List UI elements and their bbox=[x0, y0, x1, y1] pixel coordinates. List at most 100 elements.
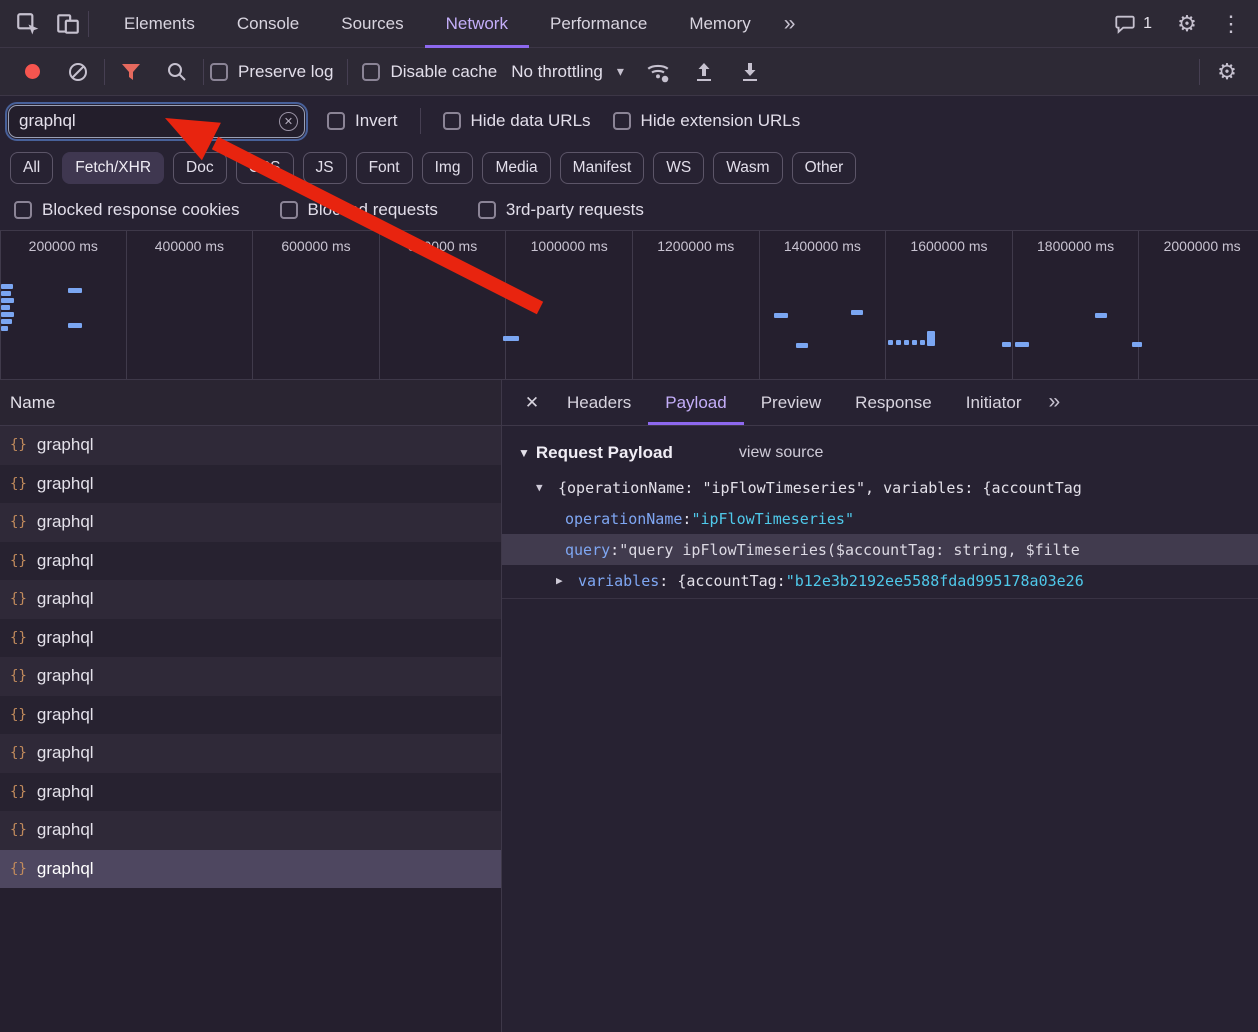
hide-data-urls-label: Hide data URLs bbox=[471, 111, 591, 131]
filter-chip-manifest[interactable]: Manifest bbox=[560, 152, 645, 184]
clear-filter-icon[interactable]: ✕ bbox=[279, 112, 298, 131]
code-segment: operationName bbox=[565, 510, 682, 528]
throttling-select[interactable]: No throttling ▾ bbox=[503, 62, 632, 82]
filter-row: ✕ Invert Hide data URLs Hide extension U… bbox=[0, 96, 1258, 146]
filter-chip-img[interactable]: Img bbox=[422, 152, 474, 184]
payload-tree: ▼{operationName: "ipFlowTimeseries", var… bbox=[502, 472, 1258, 599]
payload-line[interactable]: ▼{operationName: "ipFlowTimeseries", var… bbox=[502, 472, 1258, 503]
record-network-log-icon[interactable] bbox=[12, 52, 52, 92]
code-segment: : bbox=[610, 541, 619, 559]
checkbox-blocked-response-cookies[interactable]: Blocked response cookies bbox=[14, 200, 240, 220]
detail-tab-headers[interactable]: Headers bbox=[550, 380, 648, 425]
table-row[interactable]: {}graphql bbox=[0, 465, 501, 504]
tree-toggle-icon[interactable]: ▶ bbox=[556, 574, 578, 587]
view-source-link[interactable]: view source bbox=[739, 444, 823, 462]
export-har-icon[interactable] bbox=[730, 52, 770, 92]
section-collapse-icon[interactable]: ▼ bbox=[518, 446, 530, 460]
payload-line[interactable]: operationName: "ipFlowTimeseries" bbox=[502, 503, 1258, 534]
import-har-icon[interactable] bbox=[684, 52, 724, 92]
timeline-overview[interactable]: 200000 ms400000 ms600000 ms800000 ms1000… bbox=[0, 230, 1258, 380]
name-column-header[interactable]: Name bbox=[0, 380, 501, 426]
more-detail-tabs-icon[interactable]: » bbox=[1038, 380, 1070, 425]
divider bbox=[420, 108, 421, 134]
filter-chip-ws[interactable]: WS bbox=[653, 152, 704, 184]
code-segment: "ipFlowTimeseries" bbox=[691, 510, 854, 528]
network-settings-gear-icon[interactable]: ⚙ bbox=[1208, 59, 1246, 85]
tab-console[interactable]: Console bbox=[216, 0, 320, 48]
table-row[interactable]: {}graphql bbox=[0, 619, 501, 658]
table-row[interactable]: {}graphql bbox=[0, 811, 501, 850]
checkbox-label: Blocked requests bbox=[308, 200, 438, 220]
payload-line[interactable]: query: "query ipFlowTimeseries($accountT… bbox=[502, 534, 1258, 565]
filter-chip-doc[interactable]: Doc bbox=[173, 152, 227, 184]
table-row[interactable]: {}graphql bbox=[0, 542, 501, 581]
inspect-element-icon[interactable] bbox=[8, 4, 48, 44]
waterfall-mark bbox=[904, 340, 909, 345]
filter-chip-js[interactable]: JS bbox=[303, 152, 347, 184]
detail-tab-response[interactable]: Response bbox=[838, 380, 949, 425]
table-row[interactable]: {}graphql bbox=[0, 657, 501, 696]
waterfall-mark bbox=[1132, 342, 1142, 347]
waterfall-mark bbox=[774, 313, 788, 318]
timeline-label: 200000 ms bbox=[29, 238, 98, 254]
device-toolbar-icon[interactable] bbox=[48, 4, 88, 44]
request-name: graphql bbox=[37, 743, 94, 763]
close-icon[interactable]: ✕ bbox=[514, 380, 550, 425]
payload-line[interactable]: ▶variables: {accountTag: "b12e3b2192ee55… bbox=[502, 565, 1258, 596]
tab-network[interactable]: Network bbox=[425, 0, 529, 48]
detail-tab-initiator[interactable]: Initiator bbox=[949, 380, 1039, 425]
filter-chip-media[interactable]: Media bbox=[482, 152, 550, 184]
detail-tab-preview[interactable]: Preview bbox=[744, 380, 838, 425]
checkbox-3rd-party-requests[interactable]: 3rd-party requests bbox=[478, 200, 644, 220]
xhr-braces-icon: {} bbox=[10, 514, 27, 530]
network-conditions-icon[interactable] bbox=[638, 52, 678, 92]
table-row[interactable]: {}graphql bbox=[0, 696, 501, 735]
detail-tab-payload[interactable]: Payload bbox=[648, 380, 743, 425]
timeline-label: 1600000 ms bbox=[910, 238, 987, 254]
checkbox-blocked-requests[interactable]: Blocked requests bbox=[280, 200, 438, 220]
requests-list: {}graphql{}graphql{}graphql{}graphql{}gr… bbox=[0, 426, 501, 888]
tab-elements[interactable]: Elements bbox=[103, 0, 216, 48]
filter-chip-css[interactable]: CSS bbox=[236, 152, 294, 184]
filter-funnel-icon[interactable] bbox=[111, 52, 151, 92]
hide-data-urls-checkbox[interactable]: Hide data URLs bbox=[443, 111, 591, 131]
request-type-filters: All Fetch/XHR Doc CSS JS Font ImgMedia Manifest… bbox=[0, 146, 1258, 190]
table-row[interactable]: {}graphql bbox=[0, 734, 501, 773]
waterfall-mark bbox=[1, 291, 11, 296]
table-row[interactable]: {}graphql bbox=[0, 426, 501, 465]
filter-input[interactable] bbox=[8, 105, 305, 138]
preserve-log-checkbox[interactable]: Preserve log bbox=[210, 62, 333, 82]
search-icon[interactable] bbox=[157, 52, 197, 92]
filter-chip-all[interactable]: All bbox=[10, 152, 53, 184]
extra-filters-row: Blocked response cookies Blocked requests… bbox=[0, 190, 1258, 230]
tab-sources[interactable]: Sources bbox=[320, 0, 424, 48]
table-row[interactable]: {}graphql bbox=[0, 773, 501, 812]
filter-chip-font[interactable]: Font bbox=[356, 152, 413, 184]
settings-gear-icon[interactable]: ⚙ bbox=[1168, 11, 1206, 37]
clear-network-log-icon[interactable] bbox=[58, 52, 98, 92]
hide-extension-urls-checkbox[interactable]: Hide extension URLs bbox=[613, 111, 801, 131]
checkbox-box bbox=[478, 201, 496, 219]
issues-count: 1 bbox=[1143, 15, 1152, 33]
table-row[interactable]: {}graphql bbox=[0, 580, 501, 619]
checkbox-box bbox=[210, 63, 228, 81]
filter-chip-other[interactable]: Other bbox=[792, 152, 857, 184]
menu-dots-icon[interactable]: ⋮ bbox=[1212, 11, 1250, 37]
invert-checkbox[interactable]: Invert bbox=[327, 111, 398, 131]
more-tabs-icon[interactable]: » bbox=[772, 1, 808, 47]
tab-memory[interactable]: Memory bbox=[668, 0, 771, 48]
timeline-column: 600000 ms bbox=[253, 231, 380, 379]
timeline-column: 1600000 ms bbox=[886, 231, 1013, 379]
table-row[interactable]: {}graphql bbox=[0, 503, 501, 542]
code-segment: variables bbox=[578, 572, 659, 590]
waterfall-mark bbox=[503, 336, 519, 341]
tree-toggle-icon[interactable]: ▼ bbox=[536, 481, 558, 494]
disable-cache-checkbox[interactable]: Disable cache bbox=[362, 62, 497, 82]
tab-performance[interactable]: Performance bbox=[529, 0, 668, 48]
waterfall-mark bbox=[1015, 342, 1029, 347]
filter-chip-wasm[interactable]: Wasm bbox=[713, 152, 782, 184]
table-row[interactable]: {}graphql bbox=[0, 850, 501, 889]
issues-button[interactable]: 1 bbox=[1104, 13, 1162, 35]
filter-chip-fetch-xhr[interactable]: Fetch/XHR bbox=[62, 152, 164, 184]
code-segment: "b12e3b2192ee5588fdad995178a03e26 bbox=[786, 572, 1084, 590]
